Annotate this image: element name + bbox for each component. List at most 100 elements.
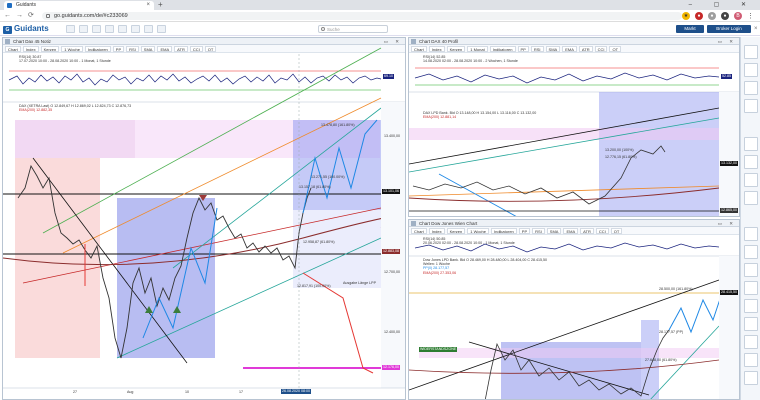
main-info: DAX (XETRA Last) O 12.849,67 H 12.869,02…: [19, 104, 131, 112]
tool-desktop-icon[interactable]: [66, 25, 75, 33]
guidants-favicon-icon: [7, 3, 12, 8]
market-button[interactable]: Markt: [676, 25, 704, 33]
sidebar-chart-icon[interactable]: [744, 317, 758, 331]
sidebar-avatar-icon[interactable]: [744, 45, 758, 59]
main-info-line: EMA(200) 12.881,14: [423, 115, 457, 120]
new-tab-button[interactable]: +: [158, 0, 163, 10]
sidebar-chart-icon[interactable]: [744, 335, 758, 349]
rsi-info: RSI(14) 52.85 14.08.2020 02:00 - 28.08.2…: [423, 55, 518, 63]
workspace-tools: [66, 25, 166, 33]
target-price-label: 12.176,00: [382, 365, 400, 370]
date-tick: 27: [73, 390, 77, 394]
url-field[interactable]: go.guidants.com/de/#c233069: [42, 12, 682, 20]
date-tick: 17: [239, 390, 243, 394]
main-info-line: EMA(200) 27.353,06: [423, 270, 457, 275]
sidebar-chart-icon[interactable]: [744, 353, 758, 367]
fib-annotation: Ausgabe Länge LPP: [343, 281, 376, 285]
star-icon[interactable]: ★: [682, 12, 690, 20]
extension-gray-icon[interactable]: ●: [708, 12, 716, 20]
support-price-label: 12.865,00: [720, 208, 738, 213]
sidebar-chart-icon[interactable]: [744, 155, 758, 169]
menu-dots-icon[interactable]: ⋮: [747, 12, 754, 20]
guidants-logo[interactable]: G Guidants: [3, 24, 49, 34]
main-info-line: EMA(200) 12.882,35: [19, 108, 53, 113]
price-tick: 12.400,00: [384, 330, 400, 334]
forward-button[interactable]: →: [16, 11, 23, 21]
sidebar-chart-icon[interactable]: [744, 263, 758, 277]
last-price-label: 13.101,06: [382, 189, 400, 194]
sidebar-chart-icon[interactable]: [744, 371, 758, 385]
extension-icons: ★ ● ● ● B ⋮: [682, 12, 754, 20]
zone-label: WIDERSTANDSZONE: [419, 347, 458, 352]
reload-button[interactable]: ⟳: [28, 11, 34, 21]
dax-chart-panel[interactable]: Chart Dax 45 Notiz ▭ ✕ Chart Index Kerze…: [2, 37, 406, 400]
dax-chart-canvas[interactable]: [3, 38, 406, 400]
tool-layout-icon[interactable]: [131, 25, 140, 33]
tool-watchlist-icon[interactable]: [92, 25, 101, 33]
fib-annotation: 28.500,00 (161.80%): [659, 287, 693, 291]
app-toolbar: G Guidants Suche Markt Broker Login ×: [0, 22, 760, 36]
tool-grid-icon[interactable]: [118, 25, 127, 33]
fib-annotation: 13.478,80 (161.80%): [321, 123, 355, 127]
dow-jones-chart-panel[interactable]: Chart Dow Jones Wien Chart ▭ ✕ Chart Ind…: [408, 219, 740, 400]
url-text: go.guidants.com/de/#c233069: [54, 13, 128, 19]
logo-mark-icon: G: [3, 26, 12, 34]
right-sidebar: [740, 37, 760, 400]
tab-title: Guidants: [16, 2, 37, 8]
tool-chart-icon[interactable]: [79, 25, 88, 33]
fib-annotation: 27.648,00 (61.80%): [645, 358, 677, 362]
tool-news-icon[interactable]: [105, 25, 114, 33]
fib-annotation: 12.958,87 (61.80%): [303, 240, 335, 244]
wave-zone: [117, 198, 215, 358]
extension-dark-icon[interactable]: ●: [721, 12, 729, 20]
sidebar-avatar-icon[interactable]: [744, 227, 758, 241]
rsi-value-label: 69.10: [383, 74, 394, 79]
broker-login-button[interactable]: Broker Login: [707, 25, 751, 33]
sidebar-avatar-icon[interactable]: [744, 245, 758, 259]
dax-profile-chart-panel[interactable]: Chart DAX 40 Profil ▭ ✕ Chart Index Kerz…: [408, 37, 740, 217]
date-tick: 10: [185, 390, 189, 394]
sidebar-chart-icon[interactable]: [744, 191, 758, 205]
rsi-value-label: 52.85: [721, 74, 732, 79]
correction-zone: [15, 158, 100, 358]
sidebar-avatar-icon[interactable]: [744, 63, 758, 77]
price-axis: [719, 92, 739, 216]
lock-icon: [46, 14, 50, 18]
dax-profile-chart-canvas[interactable]: [409, 38, 740, 217]
search-input[interactable]: Suche: [318, 25, 388, 33]
browser-tab[interactable]: Guidants ×: [4, 1, 154, 10]
fib-annotation: 12.817,91 (100.00%): [297, 284, 331, 288]
resistance-zone: [15, 120, 135, 158]
sidebar-chart-icon[interactable]: [744, 281, 758, 295]
profile-avatar[interactable]: B: [734, 12, 742, 20]
sidebar-chart-icon[interactable]: [744, 299, 758, 313]
last-price-label: 28.415,50: [720, 290, 738, 295]
price-tick: 12.700,00: [384, 270, 400, 274]
back-button[interactable]: ←: [4, 11, 11, 21]
fib-annotation: 12.776,15 (61.80%): [605, 155, 637, 159]
dow-jones-chart-canvas[interactable]: [409, 220, 740, 400]
rsi-info: RSI(14) 30.87 17.07.2020 10:00 - 28.08.2…: [19, 55, 111, 63]
sidebar-chart-icon[interactable]: [744, 173, 758, 187]
close-tab-icon[interactable]: ×: [146, 1, 150, 10]
trendline-blue: [438, 173, 517, 216]
search-icon: [321, 27, 325, 31]
tool-share-icon[interactable]: [157, 25, 166, 33]
extension-red-icon[interactable]: ●: [695, 12, 703, 20]
rsi-info-line: 20.06.2020 02:00 - 28.08.2020 10:00 - 1 …: [423, 241, 515, 246]
fib-annotation: 13.200,00 (100%): [605, 148, 634, 152]
price-axis: [719, 256, 739, 399]
address-bar: ← → ⟳ go.guidants.com/de/#c233069 ★ ● ● …: [0, 10, 760, 22]
toolbar-close-icon[interactable]: ×: [754, 26, 758, 32]
search-placeholder: Suche: [327, 27, 340, 32]
tool-settings-icon[interactable]: [144, 25, 153, 33]
sidebar-avatar-icon[interactable]: [744, 99, 758, 113]
rsi-info-line: 14.08.2020 02:00 - 28.08.2020 10:00 - 2 …: [423, 59, 518, 64]
sidebar-avatar-icon[interactable]: [744, 81, 758, 95]
sidebar-chart-icon[interactable]: [744, 137, 758, 151]
logo-text: Guidants: [14, 24, 49, 33]
main-info: Dow Jones LPD Bank. Bid O 28.469,00 H 28…: [423, 258, 547, 275]
window-controls[interactable]: – ▢ ✕: [689, 0, 756, 10]
rsi-line: [414, 72, 720, 84]
fib-annotation: 28.177,57 (PP): [659, 330, 684, 334]
